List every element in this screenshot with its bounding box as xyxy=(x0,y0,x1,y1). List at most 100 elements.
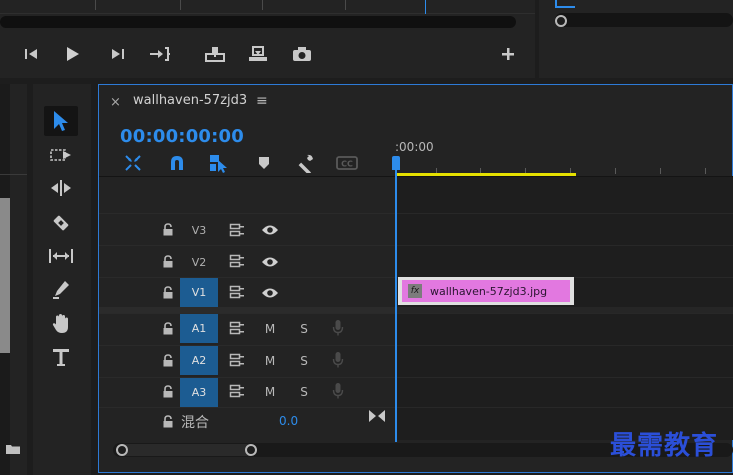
solo-button-a1[interactable]: S xyxy=(296,321,312,337)
track-target-a3[interactable]: A3 xyxy=(180,378,218,407)
add-icon xyxy=(502,48,514,60)
mute-button-a1[interactable]: M xyxy=(262,321,278,337)
track-content-v2[interactable] xyxy=(395,245,733,277)
mute-button-a3[interactable]: M xyxy=(262,384,278,400)
zoom-handle-left[interactable] xyxy=(116,444,128,456)
ripple-edit-tool[interactable] xyxy=(44,173,78,203)
export-frame-button[interactable] xyxy=(290,42,314,66)
step-forward-button[interactable] xyxy=(106,42,130,66)
pen-tool[interactable] xyxy=(44,275,78,305)
lock-icon[interactable] xyxy=(161,254,175,268)
lock-icon[interactable] xyxy=(161,384,175,398)
snap-icon xyxy=(171,156,183,170)
microphone-icon[interactable] xyxy=(331,351,345,369)
clip-body[interactable]: fx wallhaven-57zjd3.jpg xyxy=(402,280,570,302)
sync-lock-icon[interactable] xyxy=(228,351,246,369)
track-select-icon xyxy=(50,149,71,161)
sync-lock-icon[interactable] xyxy=(228,252,246,270)
nest-toggle[interactable] xyxy=(122,152,144,174)
add-button[interactable] xyxy=(496,42,520,66)
lock-icon[interactable] xyxy=(161,285,175,299)
go-to-out-button[interactable] xyxy=(148,42,172,66)
tab-close-button[interactable]: × xyxy=(110,95,121,110)
overwrite-button[interactable] xyxy=(246,42,270,66)
time-ruler[interactable] xyxy=(395,135,733,175)
svg-text:CC: CC xyxy=(341,160,353,169)
add-marker-button[interactable] xyxy=(253,152,275,174)
insert-button[interactable] xyxy=(203,42,227,66)
go-to-end-icon[interactable] xyxy=(368,408,386,427)
track-label-v3[interactable]: V3 xyxy=(180,216,218,245)
right-panel-marker xyxy=(555,0,575,8)
lock-icon[interactable] xyxy=(161,321,175,335)
track-content-a3[interactable] xyxy=(395,377,733,409)
mark-in-button[interactable] xyxy=(19,42,43,66)
sequence-tab-menu[interactable]: ≡ xyxy=(256,93,268,109)
fx-badge[interactable]: fx xyxy=(408,284,422,298)
eye-icon[interactable] xyxy=(261,284,279,302)
selection-tool[interactable] xyxy=(44,106,78,136)
mix-volume-value[interactable]: 0.0 xyxy=(279,414,298,428)
timeline-settings-button[interactable] xyxy=(294,152,316,174)
sync-lock-icon[interactable] xyxy=(228,221,246,239)
marker-icon xyxy=(259,157,269,169)
zoom-handle-right[interactable] xyxy=(245,444,257,456)
clip-name: wallhaven-57zjd3.jpg xyxy=(430,284,548,298)
right-panel-scrollbar[interactable] xyxy=(555,13,733,27)
go-to-out-icon xyxy=(150,47,170,61)
linked-selection-toggle[interactable] xyxy=(208,152,230,174)
mark-in-icon xyxy=(25,49,37,59)
microphone-icon[interactable] xyxy=(331,319,345,337)
razor-icon xyxy=(53,215,69,231)
mix-track-label: 混合 xyxy=(181,415,209,431)
play-icon xyxy=(67,47,79,61)
track-content-v3[interactable] xyxy=(395,213,733,245)
track-target-a1[interactable]: A1 xyxy=(180,314,218,343)
lock-icon[interactable] xyxy=(161,414,175,428)
clip-v1[interactable]: fx wallhaven-57zjd3.jpg xyxy=(398,277,574,305)
hand-tool[interactable] xyxy=(44,309,78,339)
step-forward-icon xyxy=(112,49,124,59)
watermark: 最需教育 xyxy=(610,431,719,461)
track-label-v2[interactable]: V2 xyxy=(180,248,218,277)
microphone-icon[interactable] xyxy=(331,382,345,400)
track-area-empty xyxy=(395,177,733,213)
right-panel-scroll-handle[interactable] xyxy=(555,15,567,27)
lock-icon[interactable] xyxy=(161,222,175,236)
timeline-scroll-thumb[interactable] xyxy=(117,444,257,456)
track-content-a1[interactable] xyxy=(395,313,733,345)
play-button[interactable] xyxy=(60,42,84,66)
track-select-tool[interactable] xyxy=(44,140,78,170)
nest-icon xyxy=(125,155,141,171)
slip-icon xyxy=(49,249,73,263)
lock-icon[interactable] xyxy=(161,353,175,367)
slip-tool[interactable] xyxy=(44,241,78,271)
pen-icon xyxy=(53,281,69,299)
sync-lock-icon[interactable] xyxy=(228,382,246,400)
camera-icon xyxy=(293,47,311,61)
sequence-tab-title[interactable]: wallhaven-57zjd3 xyxy=(133,93,247,108)
wrench-icon xyxy=(298,154,313,173)
captions-button[interactable]: CC xyxy=(336,152,358,174)
sync-lock-icon[interactable] xyxy=(228,283,246,301)
razor-tool[interactable] xyxy=(44,208,78,238)
sync-lock-icon[interactable] xyxy=(228,319,246,337)
playhead-timecode[interactable]: 00:00:00:00 xyxy=(120,126,244,147)
track-target-v1[interactable]: V1 xyxy=(180,278,218,307)
program-monitor-ruler[interactable] xyxy=(0,0,535,14)
eye-icon[interactable] xyxy=(261,221,279,239)
folder-icon[interactable] xyxy=(5,440,21,459)
eye-icon[interactable] xyxy=(261,253,279,271)
track-target-a2[interactable]: A2 xyxy=(180,346,218,375)
program-monitor-scrollbar[interactable] xyxy=(0,16,516,28)
snap-toggle[interactable] xyxy=(166,152,188,174)
playhead-line[interactable] xyxy=(395,168,397,442)
mute-button-a2[interactable]: M xyxy=(262,353,278,369)
solo-button-a2[interactable]: S xyxy=(296,353,312,369)
track-content-a2[interactable] xyxy=(395,345,733,377)
insert-icon xyxy=(205,47,225,62)
type-tool[interactable] xyxy=(44,343,78,373)
project-panel-divider xyxy=(0,174,27,175)
solo-button-a3[interactable]: S xyxy=(296,384,312,400)
project-panel-scrollbar[interactable] xyxy=(0,198,10,353)
